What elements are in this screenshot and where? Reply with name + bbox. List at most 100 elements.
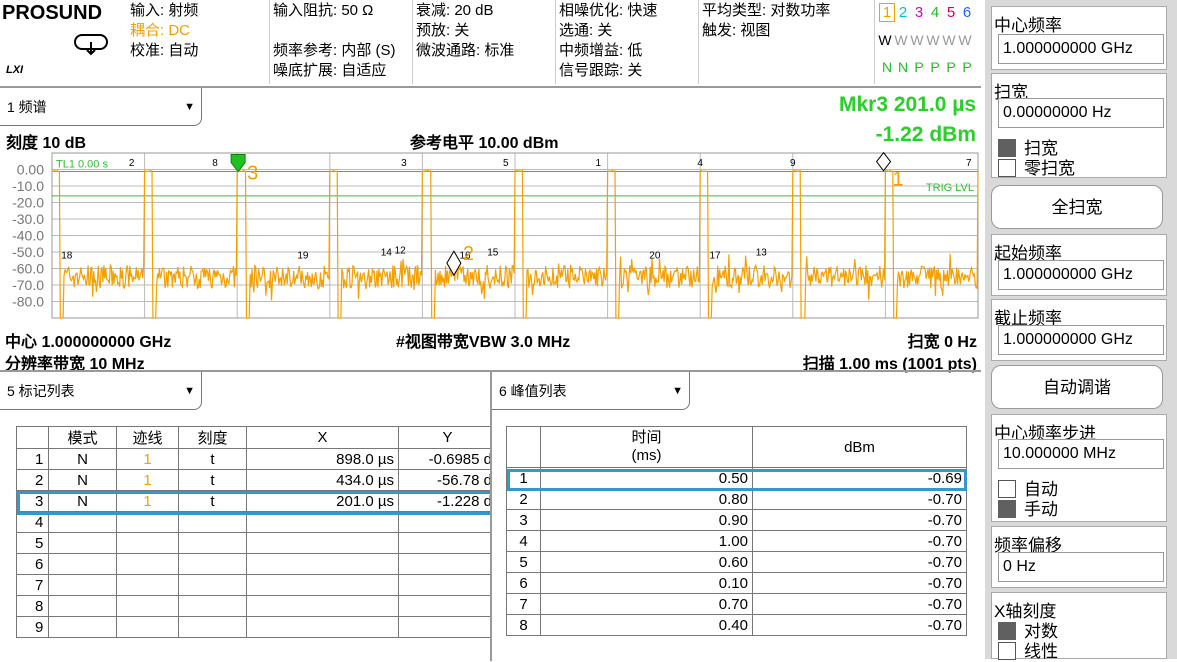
window-selector-markers[interactable]: 5 标记列表 ▼ <box>0 372 202 410</box>
status-header: PROSUND LXI 输入: 射频 耦合: DC 校准: 自动 输入阻抗: 5… <box>0 0 985 84</box>
table-header-mode: 模式 <box>48 426 117 449</box>
noise-ext-status: 噪底扩展: 自适应 <box>273 62 387 79</box>
local-remote-icon[interactable] <box>74 34 108 56</box>
cell-n: 8 <box>506 614 541 636</box>
trigger-status: 触发: 视图 <box>702 22 771 39</box>
cell-n: 6 <box>16 553 49 575</box>
brand-logo: PROSUND <box>2 2 103 24</box>
table-row[interactable]: 5 <box>16 532 490 554</box>
table-row[interactable]: 7 0.70 -0.70 <box>506 593 967 615</box>
cell-x <box>246 616 399 638</box>
softkey-span[interactable]: 扫宽 0.00000000 Hz 扫宽 零扫宽 <box>991 73 1167 178</box>
dropdown-arrow-icon: ▼ <box>184 385 195 397</box>
marker-table: 模式 迹线 刻度 X Y 1 N 1 t 898.0 µs -0.6985 d 2 N 1 t 434.0 … <box>16 426 490 638</box>
marker-table-panel: 5 标记列表 ▼ 模式 迹线 刻度 X Y 1 N 1 t 898.0 µs -0.6985 d2… <box>0 370 492 661</box>
cell-v: -0.70 <box>752 593 967 615</box>
table-row[interactable]: 3 0.90 -0.70 <box>506 509 967 531</box>
window-selector-spectrum[interactable]: 1 频谱 ▼ <box>0 88 202 126</box>
selected-row-highlight <box>507 469 967 491</box>
window-selector-peaks[interactable]: 6 峰值列表 ▼ <box>492 372 690 410</box>
center-freq-field[interactable]: 1.000000000 GHz <box>998 34 1164 64</box>
window-selector-label: 6 峰值列表 <box>499 383 567 399</box>
start-freq-field[interactable]: 1.000000000 GHz <box>998 260 1164 290</box>
peak-table: 时间 (ms) dBm 1 0.50 -0.69 2 0.80 -0.70 3 0.90 -0.… <box>506 426 967 636</box>
table-row[interactable]: 1 N 1 t 898.0 µs -0.6985 d <box>16 448 490 470</box>
trace-type-6: W <box>958 32 972 48</box>
softkey-panel: 中心频率 1.000000000 GHz 扫宽 0.00000000 Hz 扫宽… <box>985 0 1177 662</box>
marker-3-label: 3 <box>247 163 258 185</box>
cell-t: 0.70 <box>540 593 753 615</box>
cell-y <box>398 532 490 554</box>
avg-type-status: 平均类型: 对数功率 <box>702 2 831 19</box>
softkey-cf-step[interactable]: 中心频率步进 10.000000 MHz 自动 手动 <box>991 414 1167 522</box>
trace-type-4: W <box>926 32 940 48</box>
x-scale-linear-option[interactable]: 线性 <box>998 637 1058 662</box>
table-row[interactable]: 8 0.40 -0.70 <box>506 614 967 636</box>
table-row[interactable]: 8 <box>16 595 490 617</box>
cell-t: 0.60 <box>540 551 753 573</box>
trace-number-4: 4 <box>930 4 940 21</box>
align-status: 校准: 自动 <box>130 42 199 59</box>
option-label: 手动 <box>1024 500 1058 519</box>
softkey-label: 中心频率 <box>994 16 1062 35</box>
trace-indicator[interactable]: 123456 WWWWWW NNPPPP <box>874 0 979 84</box>
cf-step-manual-option[interactable]: 手动 <box>998 495 1058 520</box>
table-row[interactable]: 2 N 1 t 434.0 µs -56.78 d <box>16 469 490 491</box>
table-row[interactable]: 6 0.10 -0.70 <box>506 572 967 594</box>
table-row[interactable]: 2 0.80 -0.70 <box>506 488 967 510</box>
spectrum-plot[interactable]: 0.00-10.0-20.0-30.0-40.0-50.0-60.0-70.0-… <box>0 148 981 328</box>
table-row[interactable]: 5 0.60 -0.70 <box>506 551 967 573</box>
zero-span-option[interactable]: 零扫宽 <box>998 154 1075 179</box>
y-tick-label: -20.0 <box>12 195 44 211</box>
softkey-stop-freq[interactable]: 截止频率 1.000000000 GHz <box>991 299 1167 361</box>
cell-v: -0.70 <box>752 614 967 636</box>
trace-type-2: W <box>894 32 908 48</box>
cell-trace: 1 <box>116 469 179 491</box>
freq-offset-field[interactable]: 0 Hz <box>998 552 1164 582</box>
freq-ref-status: 频率参考: 内部 (S) <box>273 42 396 59</box>
cell-y <box>398 595 490 617</box>
cell-x: 434.0 µs <box>246 469 399 491</box>
table-row[interactable]: 4 1.00 -0.70 <box>506 530 967 552</box>
table-row[interactable]: 7 <box>16 574 490 596</box>
cf-step-field[interactable]: 10.000000 MHz <box>998 439 1164 469</box>
cell-n: 5 <box>506 551 541 573</box>
trig-lvl-label: TRIG LVL <box>926 182 974 194</box>
dropdown-arrow-icon: ▼ <box>184 101 195 113</box>
cell-v: -0.70 <box>752 572 967 594</box>
cell-scale <box>178 532 247 554</box>
dropdown-arrow-icon: ▼ <box>672 385 683 397</box>
y-tick-label: -10.0 <box>12 178 44 194</box>
table-row[interactable]: 6 <box>16 553 490 575</box>
softkey-x-scale[interactable]: X轴刻度 对数 线性 <box>991 592 1167 662</box>
atten-status: 衰减: 20 dB <box>416 2 494 19</box>
trace-detector-6: P <box>962 59 972 75</box>
cell-mode <box>48 574 117 596</box>
preamp-status: 预放: 关 <box>416 22 470 39</box>
cell-t: 1.00 <box>540 530 753 552</box>
auto-tune-button[interactable]: 自动调谐 <box>991 365 1163 409</box>
table-row[interactable]: 9 <box>16 616 490 638</box>
cell-n: 4 <box>506 530 541 552</box>
tl-label: TL1 0.00 s <box>56 159 108 171</box>
y-tick-label: -80.0 <box>12 294 44 310</box>
cell-t: 0.90 <box>540 509 753 531</box>
softkey-center-freq[interactable]: 中心频率 1.000000000 GHz <box>991 6 1167 70</box>
option-label: 线性 <box>1024 642 1058 661</box>
peak-label: 19 <box>297 251 309 262</box>
trace-number-3: 3 <box>914 4 924 21</box>
stop-freq-field[interactable]: 1.000000000 GHz <box>998 325 1164 355</box>
spectrum-panel: 1 频谱 ▼ Mkr3 201.0 µs -1.22 dBm 刻度 10 dB … <box>0 86 981 373</box>
span-field[interactable]: 0.00000000 Hz <box>998 98 1164 128</box>
full-span-button[interactable]: 全扫宽 <box>991 185 1163 229</box>
peak-label: 9 <box>790 158 796 169</box>
marker-readout-y: -1.22 dBm <box>875 123 976 146</box>
peak-label: 2 <box>129 158 135 169</box>
softkey-freq-offset[interactable]: 频率偏移 0 Hz <box>991 526 1167 588</box>
cell-t: 0.40 <box>540 614 753 636</box>
sig-track-status: 信号跟踪: 关 <box>559 62 643 79</box>
cell-scale: t <box>178 469 247 491</box>
header-divider <box>555 0 556 84</box>
softkey-start-freq[interactable]: 起始频率 1.000000000 GHz <box>991 234 1167 296</box>
trace-type-5: W <box>942 32 956 48</box>
